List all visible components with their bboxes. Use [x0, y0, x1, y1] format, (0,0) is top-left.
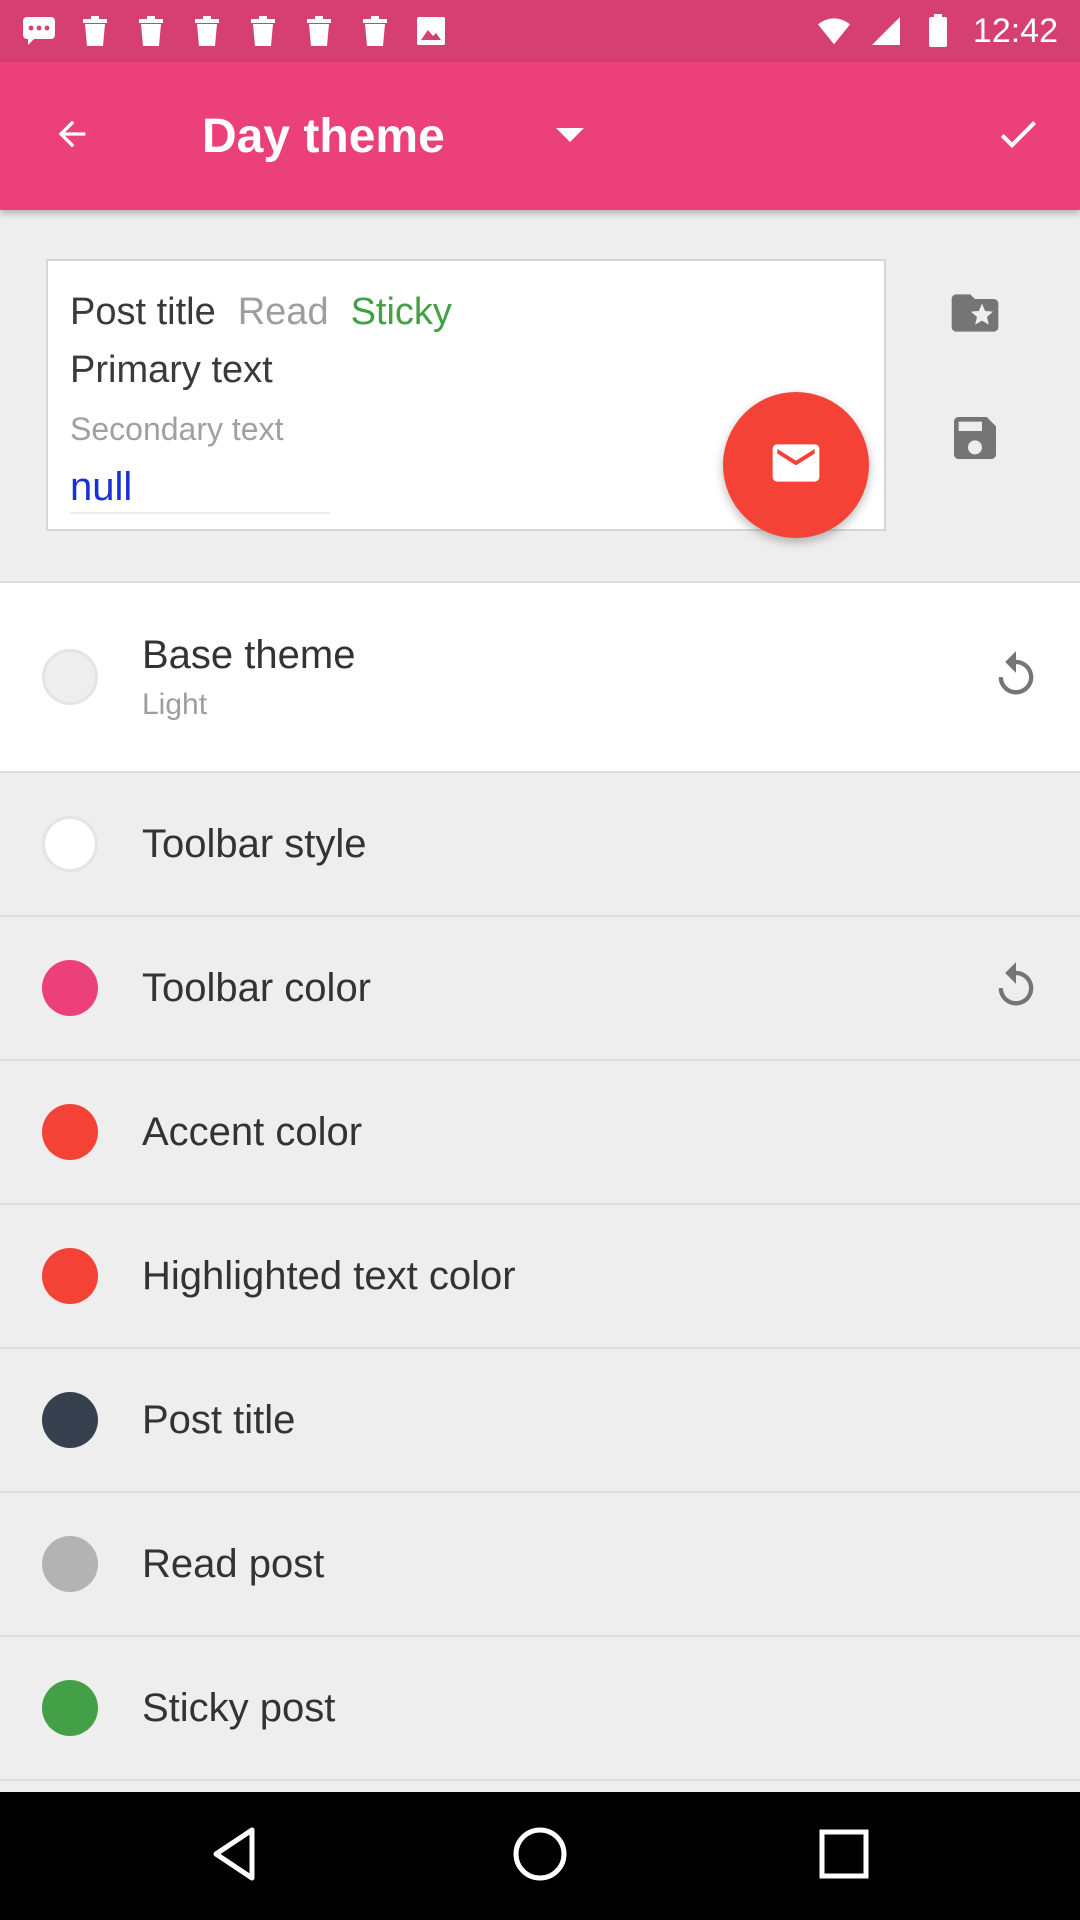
- trash-icon: [134, 14, 168, 48]
- nav-recents-button[interactable]: [804, 1816, 884, 1896]
- nav-home-button[interactable]: [500, 1816, 580, 1896]
- compose-fab[interactable]: [723, 392, 869, 538]
- load-theme-button[interactable]: [939, 279, 1011, 351]
- preview-post-title: Post title: [70, 291, 216, 333]
- setting-label: Toolbar style: [142, 821, 367, 866]
- trash-icon: [190, 14, 224, 48]
- setting-text: Accent color: [142, 1110, 362, 1155]
- status-bar: 12:42: [0, 0, 1080, 62]
- arrow-drop-down-icon: [552, 124, 588, 153]
- setting-row-highlighted-text-color[interactable]: Highlighted text color: [0, 1205, 1080, 1347]
- check-icon: [994, 110, 1042, 163]
- color-swatch: [42, 649, 98, 705]
- preview-header-row: Post title Read Sticky: [70, 291, 452, 334]
- theme-settings-list: Base theme Light Toolbar style Toolbar c…: [0, 581, 1080, 1781]
- triangle-back-icon: [206, 1824, 266, 1889]
- trash-icon: [358, 14, 392, 48]
- arrow-back-icon: [52, 114, 92, 159]
- wifi-icon: [817, 14, 851, 48]
- setting-label: Read post: [142, 1541, 325, 1586]
- back-button[interactable]: [38, 102, 106, 170]
- color-swatch: [42, 960, 98, 1016]
- reset-button[interactable]: [980, 952, 1052, 1024]
- setting-label: Accent color: [142, 1109, 363, 1154]
- color-swatch: [42, 1680, 98, 1736]
- image-icon: [414, 14, 448, 48]
- page-title: Day theme: [202, 109, 445, 163]
- floppy-save-icon: [947, 410, 1003, 471]
- preview-link-text: null: [70, 465, 133, 509]
- setting-label: Post title: [142, 1397, 296, 1442]
- theme-selector[interactable]: Day theme: [202, 98, 602, 174]
- setting-row-toolbar-color[interactable]: Toolbar color: [0, 917, 1080, 1059]
- setting-label: Base theme: [142, 632, 356, 677]
- preview-sticky-label: Sticky: [350, 291, 452, 333]
- setting-text: Toolbar color: [142, 966, 371, 1011]
- battery-icon: [921, 14, 955, 48]
- square-recents-icon: [814, 1824, 874, 1889]
- reset-button[interactable]: [980, 641, 1052, 713]
- save-theme-button[interactable]: [939, 404, 1011, 476]
- color-swatch: [42, 1248, 98, 1304]
- app-bar: Day theme: [0, 62, 1080, 210]
- preview-secondary-text: Secondary text: [70, 411, 284, 447]
- circle-home-icon: [510, 1824, 570, 1889]
- preview-link-underline: [70, 512, 330, 514]
- color-swatch: [42, 816, 98, 872]
- setting-row-post-title[interactable]: Post title: [0, 1349, 1080, 1491]
- setting-row-toolbar-style[interactable]: Toolbar style: [0, 773, 1080, 915]
- setting-row-base-theme[interactable]: Base theme Light: [0, 583, 1080, 771]
- color-swatch: [42, 1104, 98, 1160]
- confirm-button[interactable]: [984, 102, 1052, 170]
- folder-star-icon: [947, 285, 1003, 346]
- refresh-icon: [990, 960, 1042, 1017]
- signal-icon: [869, 14, 903, 48]
- trash-icon: [246, 14, 280, 48]
- setting-row-read-post[interactable]: Read post: [0, 1493, 1080, 1635]
- setting-text: Base theme Light: [142, 633, 355, 722]
- preview-read-label: Read: [237, 291, 329, 333]
- preview-primary-text: Primary text: [70, 349, 273, 391]
- setting-text: Highlighted text color: [142, 1254, 516, 1299]
- color-swatch: [42, 1536, 98, 1592]
- setting-text: Toolbar style: [142, 822, 367, 867]
- color-swatch: [42, 1392, 98, 1448]
- setting-label: Sticky post: [142, 1685, 336, 1730]
- messages-icon: [22, 14, 56, 48]
- setting-text: Sticky post: [142, 1686, 335, 1731]
- notification-icons: [22, 10, 448, 52]
- setting-text: Post title: [142, 1398, 295, 1443]
- trash-icon: [78, 14, 112, 48]
- system-icons: 12:42: [817, 10, 1058, 52]
- setting-label: Toolbar color: [142, 965, 372, 1010]
- nav-back-button[interactable]: [196, 1816, 276, 1896]
- mail-icon: [768, 435, 824, 496]
- setting-row-sticky-post[interactable]: Sticky post: [0, 1637, 1080, 1779]
- divider: [0, 1779, 1080, 1781]
- clock: 12:42: [972, 11, 1058, 50]
- refresh-icon: [990, 649, 1042, 706]
- system-navigation-bar: [0, 1792, 1080, 1920]
- setting-label: Highlighted text color: [142, 1253, 516, 1298]
- setting-text: Read post: [142, 1542, 324, 1587]
- setting-row-accent-color[interactable]: Accent color: [0, 1061, 1080, 1203]
- trash-icon: [302, 14, 336, 48]
- setting-sublabel: Light: [142, 687, 208, 721]
